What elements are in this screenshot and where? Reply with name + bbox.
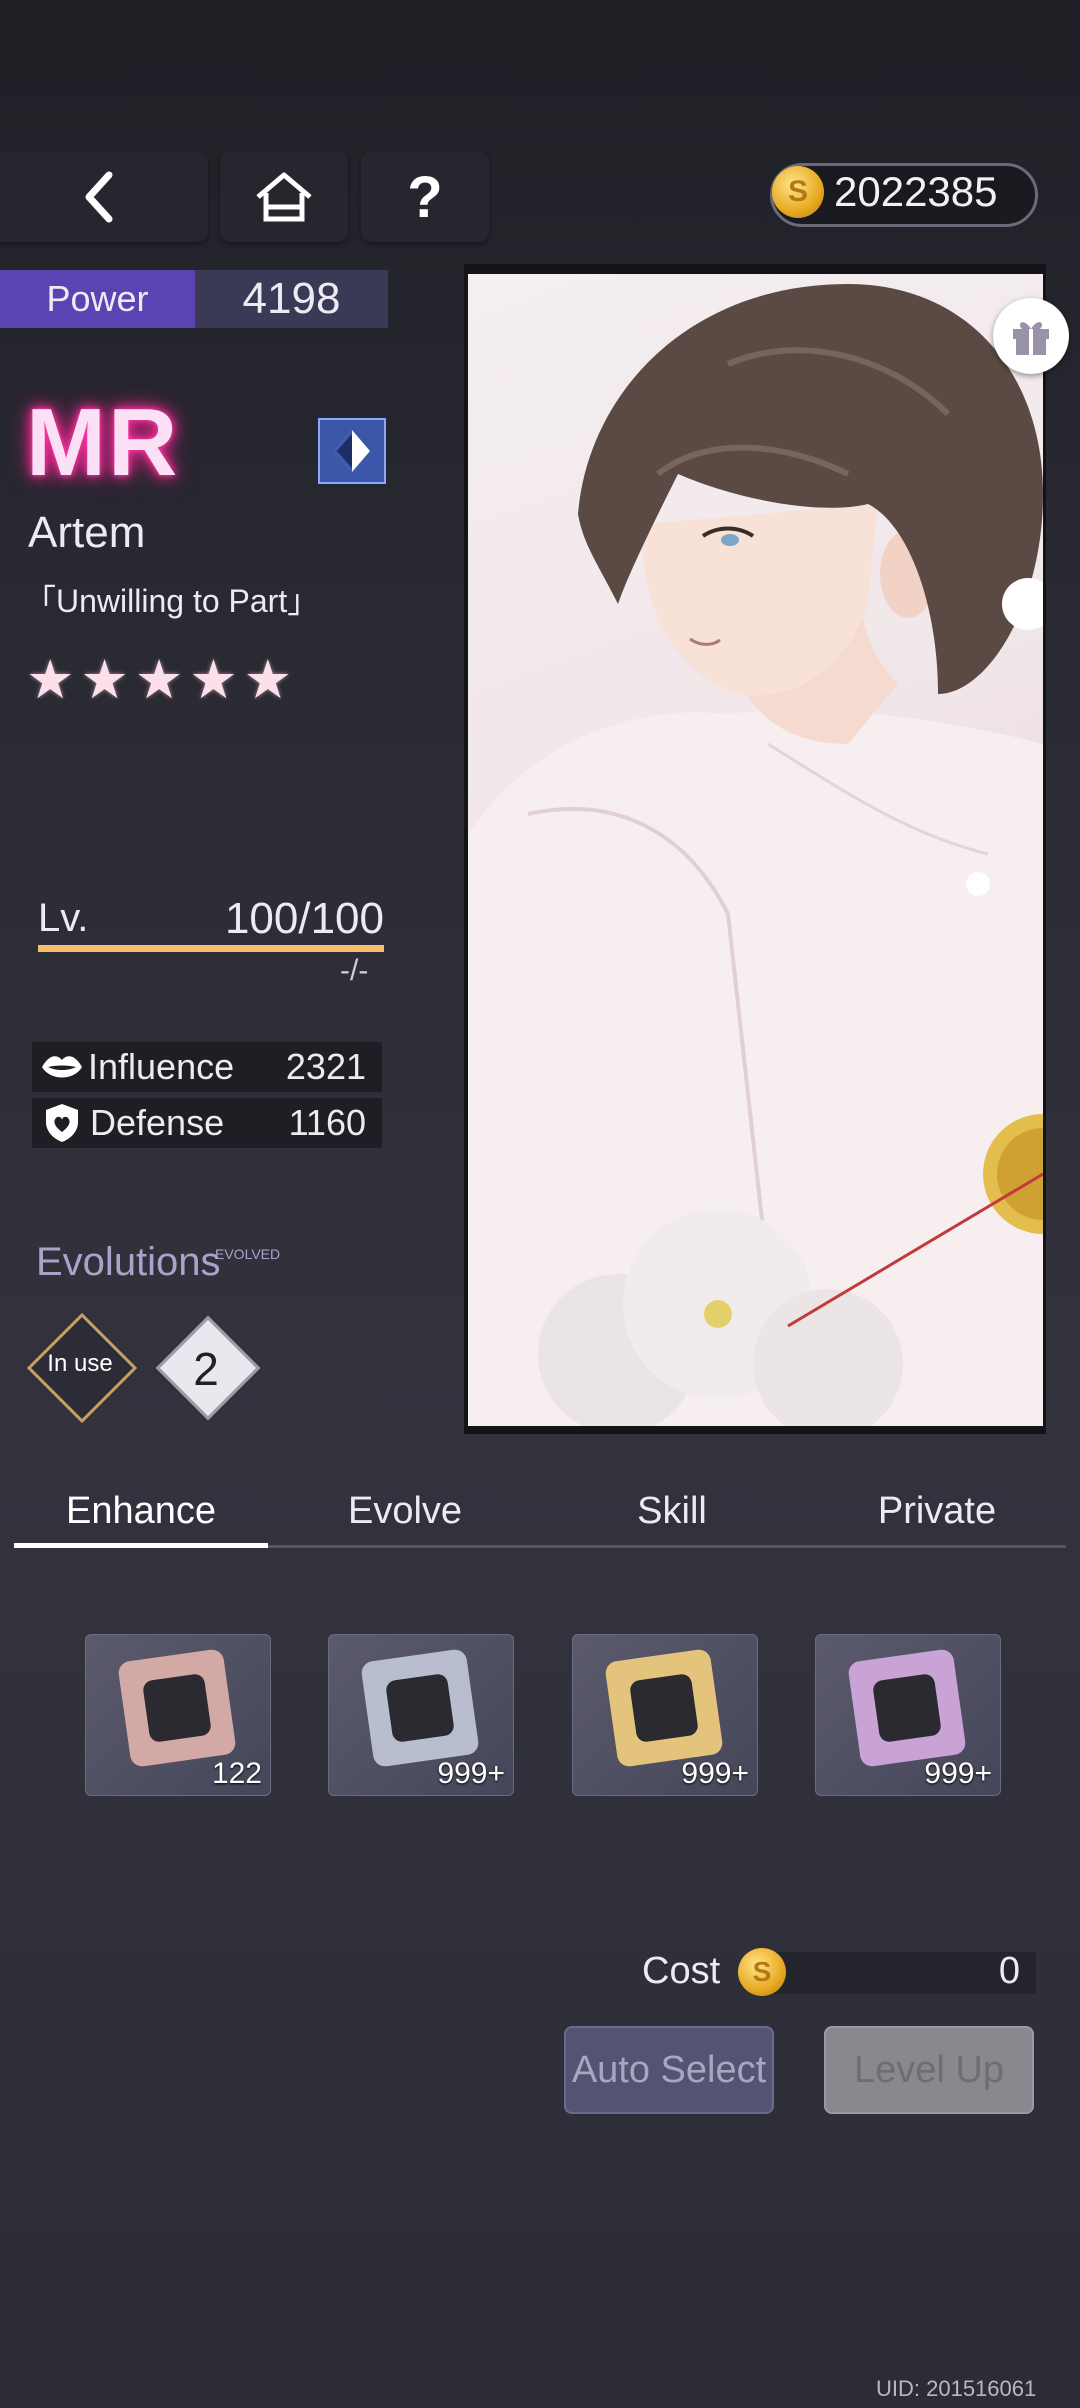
- level-label: Lv.: [38, 896, 89, 940]
- item-quantity: 122: [211, 1757, 262, 1790]
- level-bar-track: [38, 945, 384, 952]
- attribute-badge[interactable]: [318, 418, 386, 484]
- chip-icon: [360, 1648, 480, 1768]
- power-value: 4198: [195, 270, 388, 328]
- character-portrait[interactable]: [468, 274, 1043, 1426]
- auto-select-button[interactable]: Auto Select: [564, 2026, 774, 2114]
- tab-active-indicator: [14, 1543, 268, 1548]
- chip-icon: [847, 1648, 967, 1768]
- enhance-item-4[interactable]: 999+: [815, 1634, 1001, 1796]
- in-use-label: In use: [47, 1350, 113, 1377]
- cost-label: Cost: [642, 1950, 721, 1992]
- coin-amount: 2022385: [834, 168, 998, 215]
- stat-defense: Defense 1160: [32, 1098, 382, 1148]
- tab-evolve[interactable]: Evolve: [278, 1490, 532, 1542]
- power-label: Power: [0, 270, 195, 328]
- gift-button[interactable]: [993, 298, 1069, 374]
- evolved-tag: EVOLVED: [215, 1246, 281, 1262]
- home-button[interactable]: [220, 152, 348, 242]
- stage-label: 2: [193, 1343, 219, 1395]
- chip-icon: [604, 1648, 724, 1768]
- back-button[interactable]: [0, 152, 208, 242]
- shield-heart-icon: [46, 1104, 78, 1142]
- enhance-item-3[interactable]: 999+: [572, 1634, 758, 1796]
- level-up-button[interactable]: Level Up: [824, 2026, 1034, 2114]
- item-quantity: 999+: [924, 1757, 992, 1790]
- item-quantity: 999+: [681, 1757, 749, 1790]
- portrait-art: [468, 284, 1043, 1426]
- diamond-icon: [334, 430, 370, 472]
- tab-private[interactable]: Private: [810, 1490, 1064, 1542]
- star-rating: ★★★★★: [26, 650, 299, 710]
- cost-coin-icon: S: [738, 1948, 786, 1996]
- lips-icon: [42, 1056, 82, 1078]
- coin-icon: S: [772, 166, 824, 218]
- enhance-item-2[interactable]: 999+: [328, 1634, 514, 1796]
- chip-icon: [117, 1648, 237, 1768]
- level-sub: -/-: [340, 954, 369, 987]
- level-value: 100/100: [224, 894, 384, 943]
- stat-influence: Influence 2321: [32, 1042, 382, 1092]
- home-icon: [256, 172, 312, 222]
- evolution-in-use[interactable]: In use: [26, 1312, 138, 1424]
- evolution-stage-2[interactable]: 2: [154, 1314, 261, 1421]
- level-bar-fill: [38, 945, 384, 952]
- card-title: 「Unwilling to Part」: [24, 583, 320, 619]
- uid-label: UID: 201516061: [876, 2376, 1037, 2401]
- tab-skill[interactable]: Skill: [545, 1490, 799, 1542]
- enhance-item-1[interactable]: 122: [85, 1634, 271, 1796]
- gift-icon: [1013, 322, 1049, 355]
- stat-value: 2321: [285, 1046, 366, 1087]
- stat-label: Defense: [90, 1102, 225, 1143]
- help-button[interactable]: ?: [361, 152, 489, 242]
- tab-enhance[interactable]: Enhance: [14, 1490, 268, 1542]
- coin-symbol: S: [787, 175, 808, 208]
- item-quantity: 999+: [437, 1757, 505, 1790]
- stat-label: Influence: [88, 1046, 235, 1087]
- cost-value: 0: [998, 1950, 1020, 1992]
- evolutions-label: Evolutions: [36, 1240, 221, 1284]
- coin-symbol: S: [752, 1956, 772, 1987]
- chevron-left-icon: [85, 171, 113, 223]
- rarity-badge: MR: [26, 389, 180, 496]
- stat-value: 1160: [288, 1102, 366, 1143]
- character-name: Artem: [28, 508, 146, 557]
- help-label: ?: [407, 164, 443, 230]
